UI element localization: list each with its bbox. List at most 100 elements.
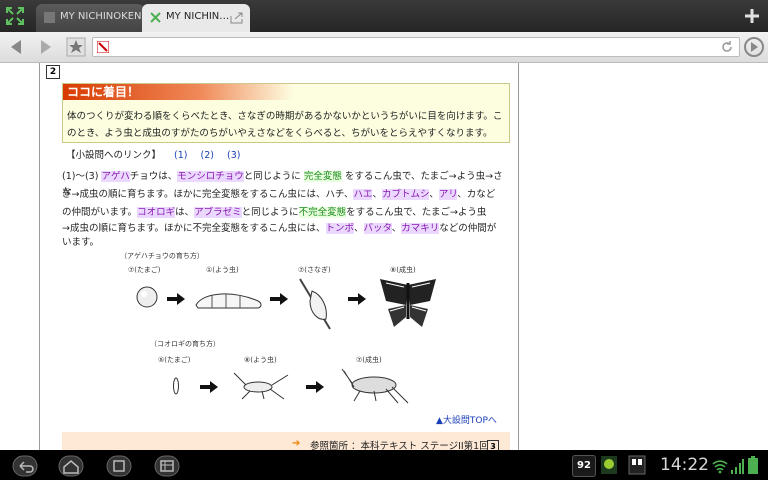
text: チョウは、 [129, 171, 178, 182]
focus-text: 体のつくりが変わる順をくらべたとき、さなぎの時期があるかないかというちがいに目を… [67, 108, 505, 142]
status-clock: 14:22 [660, 455, 709, 475]
figure2-stage-egg: ⑤(たまご) [158, 356, 191, 364]
back-to-top-link[interactable]: ▲大設問TOPへ [436, 413, 497, 426]
page-number: 3 [487, 440, 499, 450]
term-ageha: アゲハ [101, 171, 130, 182]
android-app-icon[interactable] [600, 455, 618, 475]
figure2-stage-larva: ⑧(よう虫) [244, 356, 277, 364]
term-kanzenhentai: 完全変態 [303, 171, 342, 182]
arrow-icon [200, 381, 218, 393]
text: と同じように [241, 207, 299, 218]
site-favicon-icon [97, 41, 109, 53]
link-q1[interactable]: (1) [174, 150, 187, 161]
reload-icon[interactable] [720, 40, 734, 54]
focus-text-line: 体のつくりが変わる順をくらべたとき、さなぎの時期があるかないかというちがいに目を… [67, 111, 503, 122]
term-batta: バッタ [363, 223, 392, 234]
arrow-icon [306, 381, 324, 393]
text: 、 [391, 223, 402, 234]
swallowtail-butterfly-image [380, 279, 436, 327]
text: 、 [429, 189, 439, 200]
text: などの仲間が [439, 223, 497, 234]
fullscreen-icon[interactable] [4, 5, 26, 27]
cricket-adult-image [341, 368, 409, 404]
section-number: 2 [46, 65, 60, 79]
back-nav-icon[interactable] [12, 455, 38, 477]
tab-label: MY NICHINOKEN｜… [60, 11, 144, 22]
figure1-title: （アゲハチョウの育ち方） [120, 252, 204, 260]
reference-bar: ➔ 参照箇所 ：本科テキスト ステージII第1回 [62, 432, 510, 450]
wifi-icon [712, 460, 728, 474]
forward-icon[interactable] [36, 37, 56, 57]
text: →成虫の順に育ちます。ほかに不完全変態をするこん虫には、 [62, 223, 326, 234]
term-hae: ハエ [353, 189, 373, 200]
text: をするこん虫で、たまご→よう虫 [346, 207, 487, 218]
butterfly-egg-image [136, 286, 158, 308]
text: います。 [62, 237, 100, 248]
figure1-stage-larva: ①(よう虫) [206, 266, 239, 274]
figure2-stage-adult: ⑦(成虫) [356, 356, 382, 364]
text: 、 [372, 189, 382, 200]
links-label: 【小設問へのリンク】 [66, 150, 162, 161]
arrow-icon [167, 293, 185, 305]
text: の仲間がいます。 [62, 207, 138, 218]
text: (1)～(3) [62, 171, 102, 182]
term-ari: アリ [438, 189, 458, 200]
text: 、カなど [457, 189, 496, 200]
notification-badge[interactable]: 92 [572, 455, 596, 477]
text: と同じように [243, 171, 304, 182]
term-fukanzenhentai: 不完全変態 [298, 207, 347, 218]
term-tonbo: トンボ [325, 223, 355, 234]
term-monshirochou: モンシロチョウ [177, 171, 244, 182]
recent-apps-icon[interactable] [106, 455, 132, 477]
focus-label: ココに着目！ [67, 85, 140, 99]
arrow-right-icon: ➔ [292, 438, 301, 449]
close-tab-icon[interactable] [149, 11, 162, 24]
tab-mynichinoken-2[interactable]: MY NICHIN… [142, 4, 250, 32]
text: 、 [354, 223, 364, 234]
signal-icon [731, 459, 744, 474]
back-icon[interactable] [6, 37, 26, 57]
cricket-egg-image [173, 377, 179, 395]
term-kabutomushi: カブトムシ [381, 189, 430, 200]
link-q3[interactable]: (3) [227, 150, 240, 161]
share-icon[interactable] [230, 11, 244, 24]
focus-box: ココに着目！ 体のつくりが変わる順をくらべたとき、さなぎの時期があるかないかとい… [62, 83, 510, 143]
web-content: 2 ココに着目！ 体のつくりが変わる順をくらべたとき、さなぎの時期があるかないか… [0, 63, 768, 450]
page-border-left [39, 63, 40, 450]
tab-label: MY NICHIN… [166, 11, 230, 22]
focus-header: ココに着目！ [63, 84, 293, 100]
term-kamakiri: カマキリ [401, 223, 440, 234]
text: ぎ→成虫の順に育ちます。ほかに完全変態をするこん虫には、ハチ、 [62, 189, 354, 200]
tab-mynichinoken-1[interactable]: MY NICHINOKEN｜… [36, 4, 144, 32]
page-border-right [518, 63, 519, 450]
term-aburazemi: アブラゼミ [194, 207, 242, 218]
figure2-title: （コオロギの育ち方） [150, 340, 220, 348]
text: は、 [175, 207, 195, 218]
subquestion-links: 【小設問へのリンク】 (1) (2) (3) [66, 147, 241, 161]
home-nav-icon[interactable] [58, 455, 84, 477]
term-koorogi: コオロギ [137, 207, 176, 218]
bookmark-star-icon[interactable] [66, 37, 86, 57]
caterpillar-image [195, 293, 262, 309]
screenshot-icon[interactable] [154, 455, 180, 477]
go-button-icon[interactable] [743, 36, 765, 58]
arrow-icon [348, 293, 366, 305]
figure1-stage-pupa: ⑦(さなぎ) [298, 266, 331, 274]
link-q2[interactable]: (2) [201, 150, 214, 161]
focus-text-line: のとき、よう虫と成虫のすがたのちがいやえさなどをくらべると、ちがいをとらえやすく… [67, 128, 493, 139]
new-tab-icon[interactable] [742, 6, 762, 26]
arrow-icon [270, 293, 288, 305]
page-favicon-icon [44, 12, 55, 23]
battery-icon [748, 456, 758, 474]
figure1-stage-adult: ⑧(成虫) [390, 266, 416, 274]
figure1-stage-egg: ⑦(たまご) [128, 266, 161, 274]
cricket-nymph-image [233, 372, 289, 400]
url-input[interactable] [92, 37, 740, 57]
pupa-image [299, 278, 331, 330]
explanation-line: います。 [62, 235, 512, 251]
explanation-line: の仲間がいます。コオロギは、アブラゼミと同じように不完全変態をするこん虫で、たま… [62, 205, 512, 221]
wide-stereo-icon[interactable] [628, 455, 646, 475]
tab-bar: MY NICHINOKEN｜… MY NICHIN… [0, 0, 768, 32]
explanation-line: ぎ→成虫の順に育ちます。ほかに完全変態をするこん虫には、ハチ、ハエ、カブトムシ、… [62, 187, 512, 203]
reference-text: 参照箇所 ：本科テキスト ステージII第1回 [310, 441, 489, 450]
